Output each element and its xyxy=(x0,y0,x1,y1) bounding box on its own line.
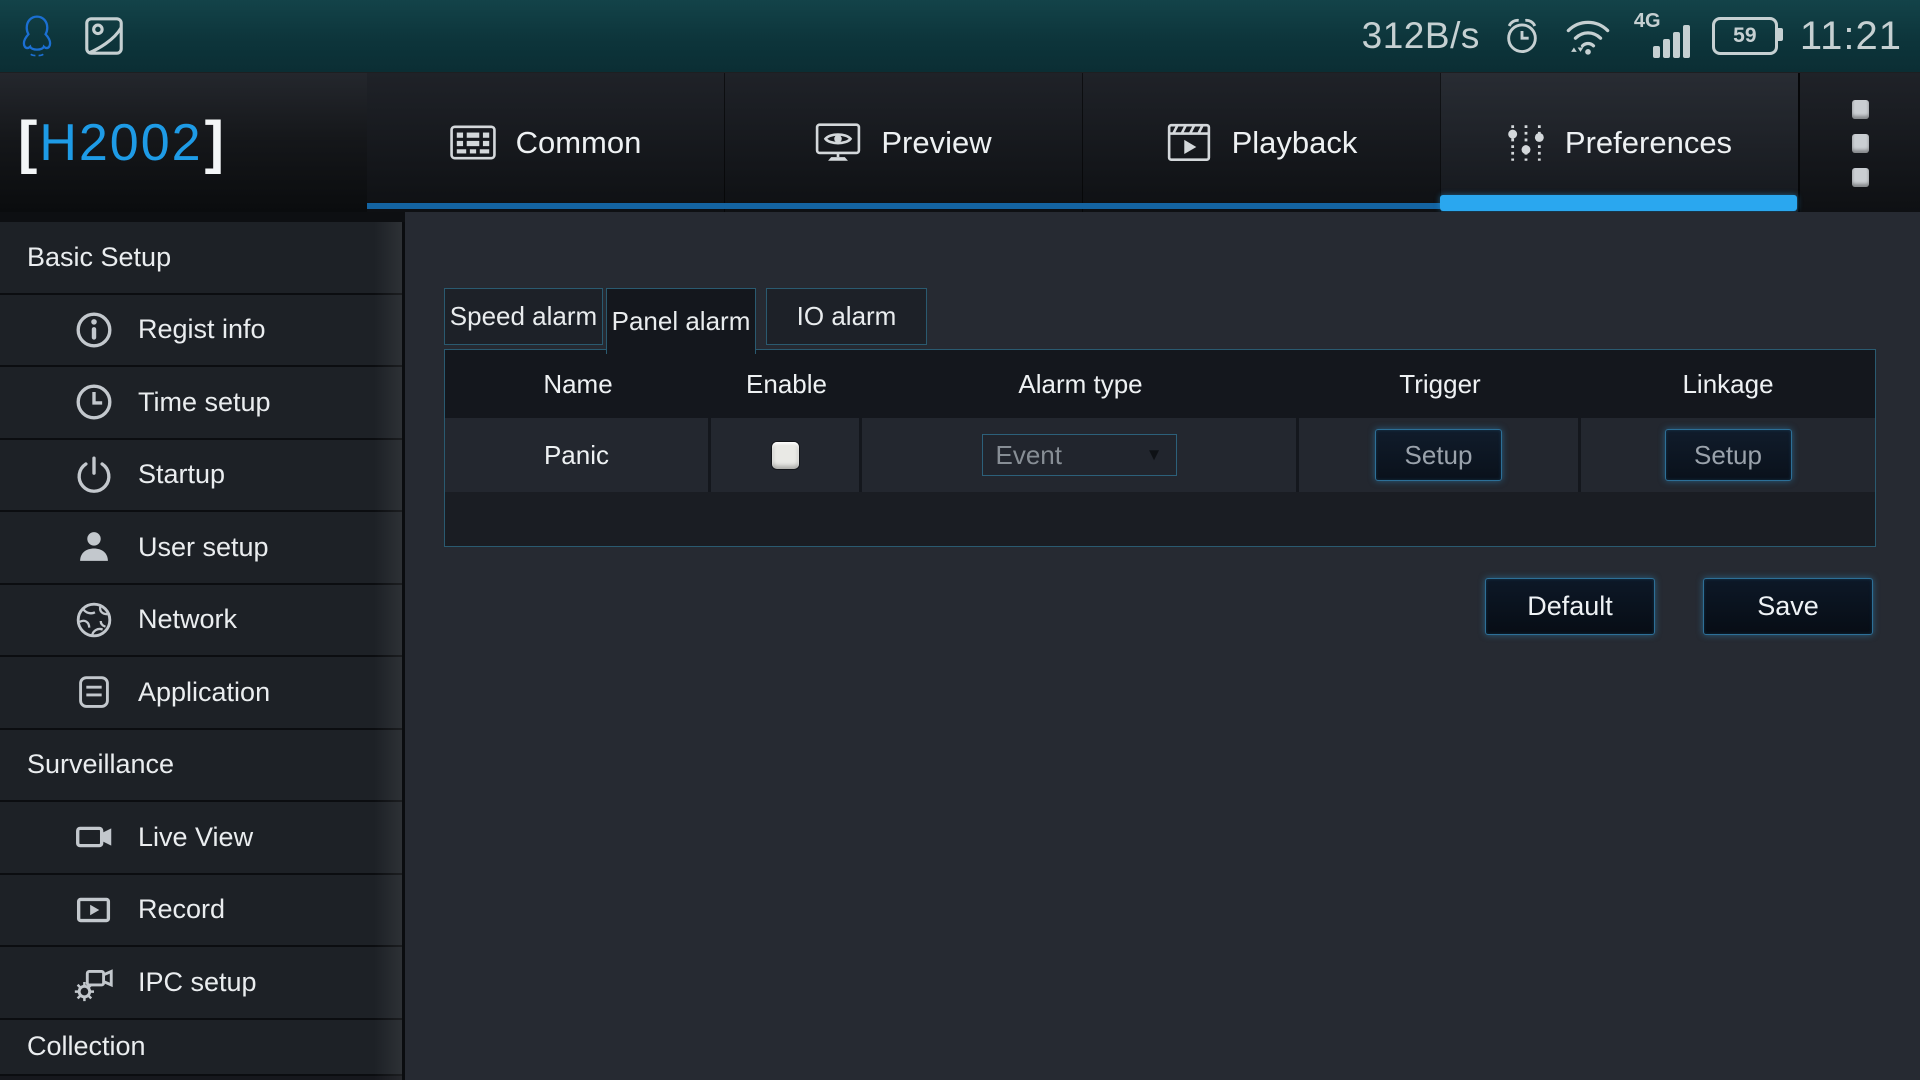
clapperboard-icon xyxy=(1166,122,1212,164)
network-speed: 312B/s xyxy=(1362,15,1480,57)
tab-playback[interactable]: Playback xyxy=(1082,73,1440,213)
header-tabs: Common Preview xyxy=(367,73,1798,213)
app-list-icon xyxy=(70,668,118,716)
active-tab-underline xyxy=(1440,195,1797,211)
sidebar-item-label: Startup xyxy=(138,459,225,490)
sidebar-item-ipc-setup[interactable]: IPC setup xyxy=(0,947,405,1020)
app-header: [ H2002 ] Common xyxy=(0,72,1920,212)
alarm-tab-speed[interactable]: Speed alarm xyxy=(444,288,603,345)
video-camera-icon xyxy=(70,813,118,861)
panel-alarm-table: Name Enable Alarm type Trigger Linkage P… xyxy=(444,349,1876,547)
tab-underline xyxy=(367,203,1440,209)
sidebar-item-time-setup[interactable]: Time setup xyxy=(0,367,405,440)
status-bar-indicators: 312B/s 4G 59 11:21 xyxy=(1362,12,1902,60)
main-content: Speed alarm Panel alarm IO alarm Name En… xyxy=(405,212,1920,1080)
alarm-type-cell: Event ▼ xyxy=(862,418,1299,492)
column-header-alarm-type: Alarm type xyxy=(862,350,1299,418)
logo-bracket-open: [ xyxy=(18,114,37,172)
tab-label: Preview xyxy=(881,125,991,161)
monitor-eye-icon xyxy=(815,122,861,164)
chevron-down-icon: ▼ xyxy=(1146,445,1163,465)
sidebar-item-label: Application xyxy=(138,677,270,708)
alarm-type-dropdown[interactable]: Event ▼ xyxy=(982,434,1177,476)
status-bar: 312B/s 4G 59 11:21 xyxy=(0,0,1920,72)
alarm-name-cell: Panic xyxy=(445,418,711,492)
tab-common[interactable]: Common xyxy=(367,73,724,213)
sidebar-item-label: Regist info xyxy=(138,314,266,345)
sidebar-item-live-view[interactable]: Live View xyxy=(0,802,405,875)
sidebar-item-label: Live View xyxy=(138,822,253,853)
sidebar-section-basic-setup: Basic Setup xyxy=(0,222,405,295)
sidebar-item-label: Record xyxy=(138,894,225,925)
sliders-icon xyxy=(1507,123,1545,163)
alarm-tab-io[interactable]: IO alarm xyxy=(766,288,927,345)
table-header-row: Name Enable Alarm type Trigger Linkage xyxy=(445,350,1875,418)
enable-cell xyxy=(711,418,862,492)
wifi-icon xyxy=(1564,15,1612,57)
sidebar-item-label: IPC setup xyxy=(138,967,257,998)
linkage-setup-button[interactable]: Setup xyxy=(1665,429,1792,481)
signal-bars-icon: 4G xyxy=(1634,12,1690,60)
status-bar-notifications xyxy=(18,14,124,58)
trigger-setup-button[interactable]: Setup xyxy=(1375,429,1502,481)
column-header-trigger: Trigger xyxy=(1299,350,1581,418)
table-row: Panic Event ▼ Setup Setup xyxy=(445,418,1875,492)
overflow-menu-button[interactable] xyxy=(1798,73,1920,213)
tab-label: Playback xyxy=(1232,125,1358,161)
logo-text: H2002 xyxy=(37,117,204,169)
table-empty-area xyxy=(445,492,1875,546)
default-button[interactable]: Default xyxy=(1485,578,1655,635)
column-header-enable: Enable xyxy=(711,350,862,418)
ipc-camera-gear-icon xyxy=(70,958,118,1006)
record-icon xyxy=(70,886,118,934)
keyboard-grid-icon xyxy=(450,124,496,162)
alarm-tab-panel[interactable]: Panel alarm xyxy=(606,288,756,354)
sidebar-item-record[interactable]: Record xyxy=(0,875,405,948)
linkage-cell: Setup xyxy=(1581,418,1875,492)
sidebar-item-label: Time setup xyxy=(138,387,271,418)
sidebar-item-startup[interactable]: Startup xyxy=(0,440,405,513)
sidebar: Basic Setup Regist info Time setup xyxy=(0,222,405,1080)
tab-label: Preferences xyxy=(1565,125,1732,161)
enable-checkbox[interactable] xyxy=(772,442,799,469)
qq-notification-icon xyxy=(18,14,56,58)
sidebar-item-user-setup[interactable]: User setup xyxy=(0,512,405,585)
gallery-icon xyxy=(84,16,124,56)
clock-time: 11:21 xyxy=(1800,14,1902,59)
tab-label: Common xyxy=(516,125,642,161)
battery-level: 59 xyxy=(1733,24,1756,48)
clock-icon xyxy=(70,378,118,426)
power-icon xyxy=(70,451,118,499)
vertical-dots-icon xyxy=(1852,100,1869,119)
app-logo: [ H2002 ] xyxy=(0,73,367,213)
sidebar-section-collection: Collection xyxy=(0,1020,405,1076)
tab-preview[interactable]: Preview xyxy=(724,73,1082,213)
sidebar-item-network[interactable]: Network xyxy=(0,585,405,658)
logo-bracket-close: ] xyxy=(205,114,224,172)
user-icon xyxy=(70,523,118,571)
sidebar-section-surveillance: Surveillance xyxy=(0,730,405,803)
alarm-type-value: Event xyxy=(996,440,1063,471)
globe-icon xyxy=(70,596,118,644)
trigger-cell: Setup xyxy=(1299,418,1581,492)
column-header-name: Name xyxy=(445,350,711,418)
sidebar-item-application[interactable]: Application xyxy=(0,657,405,730)
sidebar-item-label: User setup xyxy=(138,532,269,563)
column-header-linkage: Linkage xyxy=(1581,350,1875,418)
battery-icon: 59 xyxy=(1712,17,1778,55)
sidebar-bottom-fill xyxy=(0,1076,405,1080)
alarm-clock-icon xyxy=(1502,16,1542,56)
info-icon xyxy=(70,306,118,354)
save-button[interactable]: Save xyxy=(1703,578,1873,635)
sidebar-item-regist-info[interactable]: Regist info xyxy=(0,295,405,368)
tab-preferences[interactable]: Preferences xyxy=(1440,73,1798,213)
sidebar-item-label: Network xyxy=(138,604,237,635)
